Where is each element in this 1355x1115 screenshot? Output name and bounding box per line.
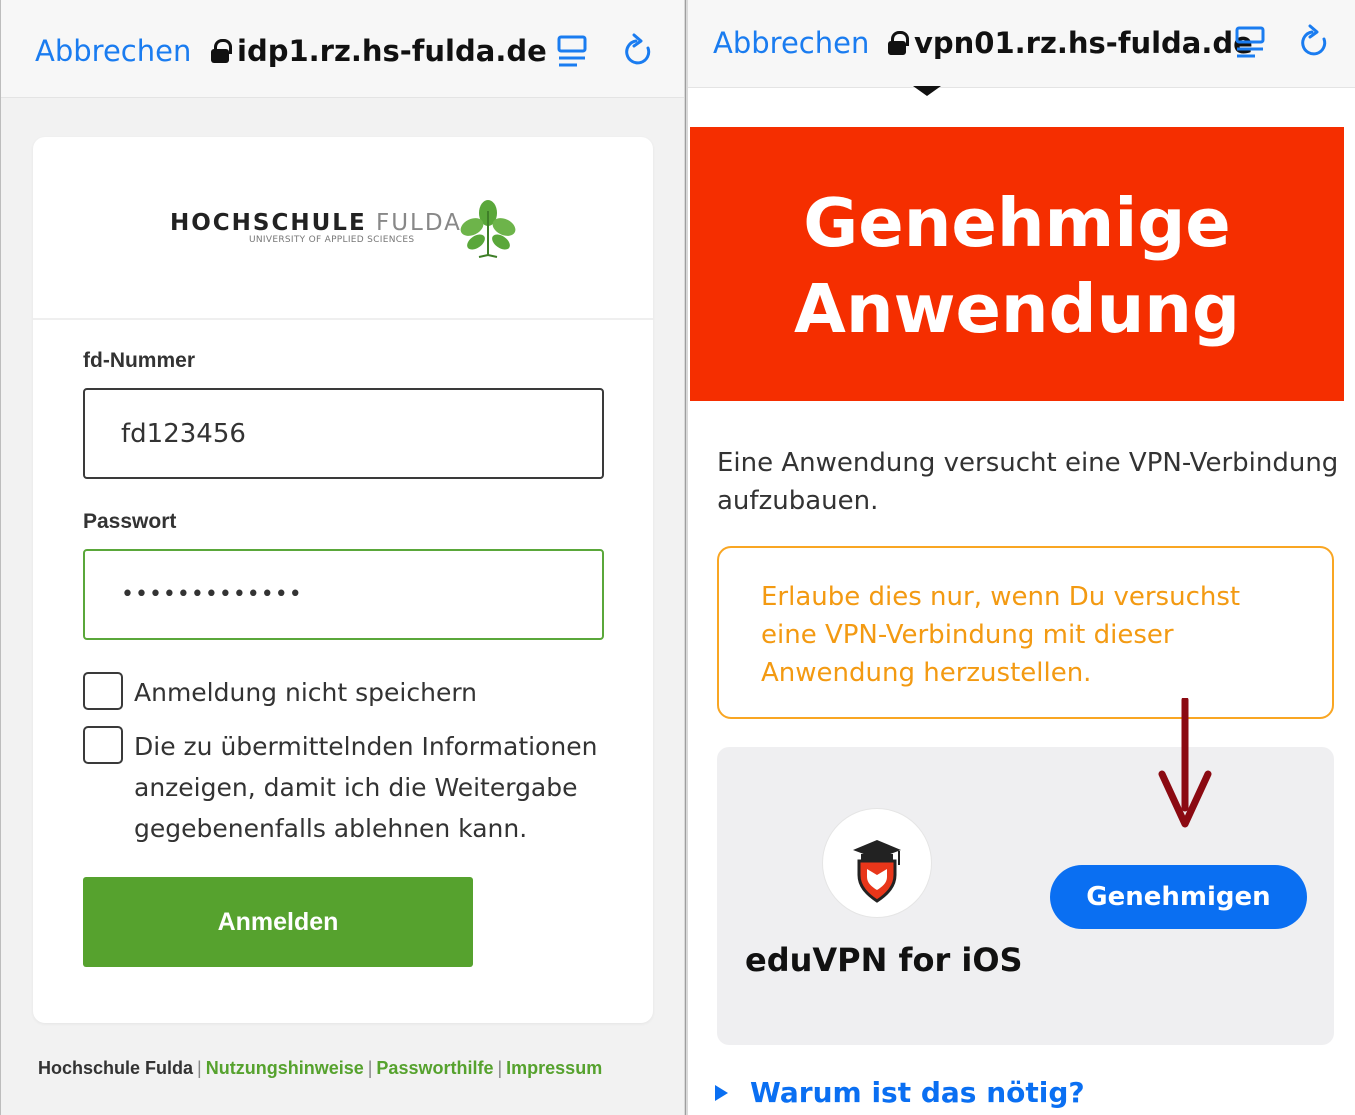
left-url-text: idp1.rz.hs-fulda.de: [237, 34, 547, 68]
footer-link-usage[interactable]: Nutzungshinweise: [206, 1058, 364, 1078]
lock-icon: [211, 39, 232, 63]
warning-box: Erlaube dies nur, wenn Du versuchst eine…: [717, 546, 1334, 719]
show-info-label-line3[interactable]: gegebenenfalls ablehnen kann.: [134, 808, 527, 849]
login-button[interactable]: Anmelden: [83, 877, 473, 967]
right-url-text: vpn01.rz.hs-fulda.de: [914, 26, 1253, 60]
why-necessary-disclosure[interactable]: Warum ist das nötig?: [715, 1076, 1085, 1109]
footer-org: Hochschule Fulda: [38, 1058, 194, 1078]
annotation-arrow-icon: [1158, 698, 1212, 828]
show-info-checkbox[interactable]: [83, 726, 123, 764]
approve-hero-banner: Genehmige Anwendung: [690, 127, 1344, 401]
reload-icon[interactable]: [1300, 24, 1330, 60]
username-label: fd-Nummer: [83, 349, 196, 372]
right-cancel-button[interactable]: Abbrechen: [713, 26, 869, 60]
left-browser-panel: Abbrechen idp1.rz.hs-fulda.de HOCHSCHULE…: [0, 0, 684, 1115]
hero-title-line1: Genehmige: [803, 184, 1231, 262]
left-cancel-button[interactable]: Abbrechen: [35, 34, 191, 68]
right-url-bar[interactable]: vpn01.rz.hs-fulda.de: [888, 26, 1253, 60]
lock-icon: [888, 31, 909, 55]
reader-mode-icon[interactable]: [557, 35, 587, 69]
card-divider: [33, 318, 653, 320]
footer-link-imprint[interactable]: Impressum: [506, 1058, 602, 1078]
application-card: eduVPN for iOS Genehmigen: [717, 747, 1334, 1045]
approve-button[interactable]: Genehmigen: [1050, 865, 1307, 929]
reader-mode-icon[interactable]: [1235, 26, 1265, 60]
intro-text: Eine Anwendung versucht eine VPN-Verbind…: [717, 448, 1339, 516]
left-url-bar[interactable]: idp1.rz.hs-fulda.de: [211, 34, 547, 68]
login-card: HOCHSCHULE FULDA UNIVERSITY OF APPLIED S…: [33, 137, 653, 1023]
app-name: eduVPN for iOS: [745, 941, 1023, 979]
login-footer: Hochschule Fulda | Nutzungshinweise | Passwo…: [38, 1058, 603, 1078]
show-info-label-line2[interactable]: anzeigen, damit ich die Weitergabe: [134, 767, 578, 808]
password-input[interactable]: •••••••••••••: [83, 549, 604, 640]
username-input[interactable]: fd123456: [83, 388, 604, 479]
hero-title-line2: Anwendung: [794, 270, 1240, 348]
left-browser-toolbar: Abbrechen idp1.rz.hs-fulda.de: [1, 0, 684, 98]
footer-link-password-help[interactable]: Passworthilfe: [376, 1058, 493, 1078]
why-necessary-label[interactable]: Warum ist das nötig?: [750, 1076, 1085, 1109]
show-info-label-line1[interactable]: Die zu übermittelnden Informationen: [134, 726, 597, 767]
university-logo-subtitle: UNIVERSITY OF APPLIED SCIENCES: [249, 235, 415, 245]
right-browser-toolbar: Abbrechen vpn01.rz.hs-fulda.de: [688, 0, 1355, 88]
university-logo-text: HOCHSCHULE FULDA: [170, 210, 462, 236]
disclosure-triangle-icon: [715, 1084, 728, 1101]
reload-icon[interactable]: [624, 33, 654, 69]
eduvpn-icon: [853, 840, 901, 903]
right-browser-panel: Abbrechen vpn01.rz.hs-fulda.de Genehmige…: [688, 0, 1355, 1115]
no-save-login-label[interactable]: Anmeldung nicht speichern: [134, 672, 477, 713]
no-save-login-checkbox[interactable]: [83, 672, 123, 710]
page-logo-fragment: [913, 86, 941, 96]
password-label: Passwort: [83, 510, 177, 533]
eduvpn-app-icon-circle: [823, 809, 931, 917]
leaf-logo-icon: [460, 200, 516, 258]
